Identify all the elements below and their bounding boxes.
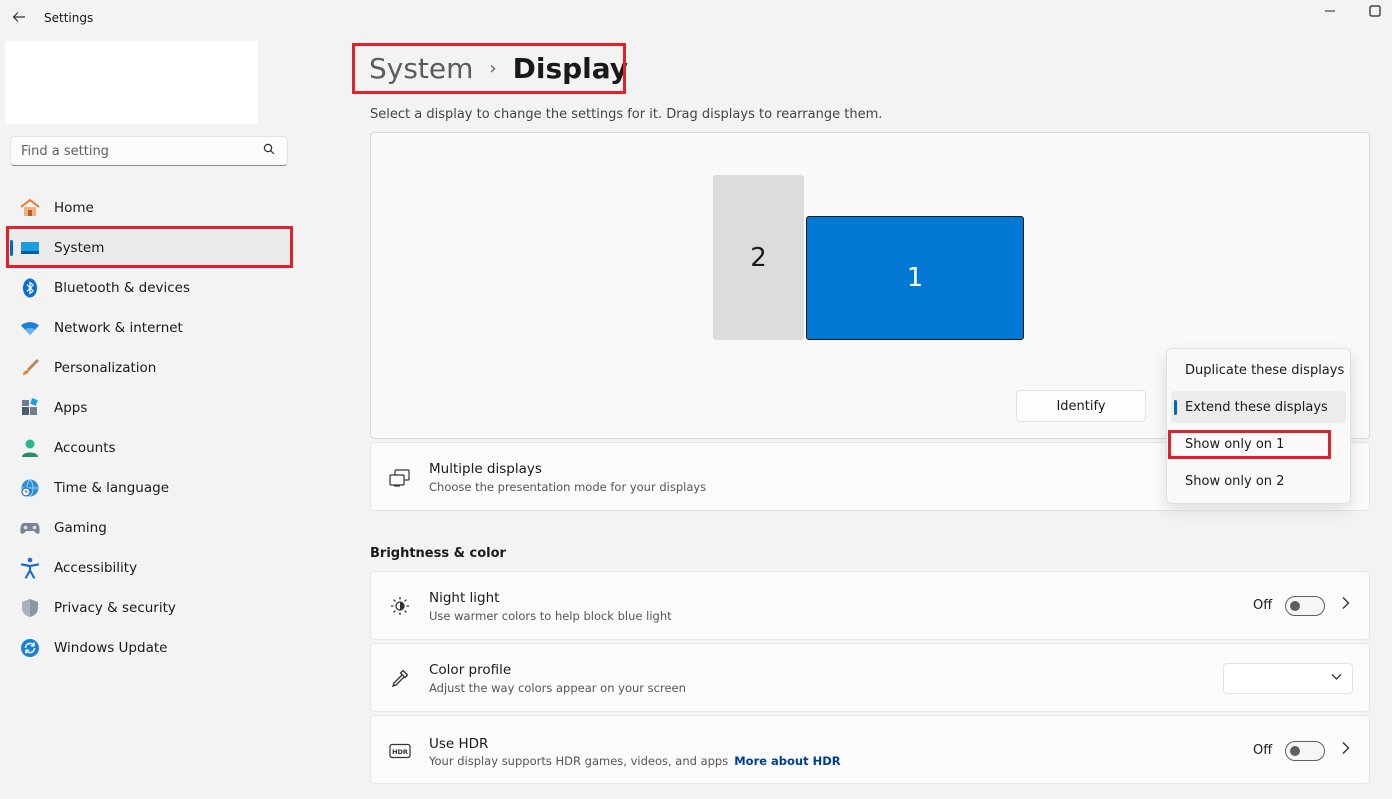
apps-icon <box>18 396 42 420</box>
minimize-button[interactable] <box>1307 0 1353 22</box>
sidebar-item-home[interactable]: Home <box>8 190 290 226</box>
eyedropper-icon <box>389 667 411 689</box>
menu-item-label: Duplicate these displays <box>1185 362 1345 378</box>
globe-clock-icon <box>18 476 42 500</box>
user-profile-card[interactable] <box>5 41 258 124</box>
hdr-toggle[interactable] <box>1285 741 1325 761</box>
accounts-icon <box>18 436 42 460</box>
sidebar-item-label: Time & language <box>54 480 170 496</box>
sidebar-item-label: System <box>54 240 105 256</box>
menu-item-extend[interactable]: Extend these displays <box>1171 391 1346 423</box>
toggle-knob <box>1290 601 1300 611</box>
svg-text:HDR: HDR <box>392 748 408 756</box>
selection-indicator <box>10 240 13 256</box>
maximize-icon <box>1369 5 1381 17</box>
hdr-icon: HDR <box>389 740 411 762</box>
sidebar-item-label: Home <box>54 200 94 216</box>
monitor-2[interactable]: 2 <box>713 175 804 340</box>
monitor-1-label: 1 <box>906 263 924 293</box>
minimize-icon <box>1325 10 1335 12</box>
sidebar-item-label: Accessibility <box>54 560 138 576</box>
multiple-displays-desc: Choose the presentation mode for your di… <box>429 480 707 494</box>
sidebar-item-accessibility[interactable]: Accessibility <box>8 550 290 586</box>
home-icon <box>18 196 42 220</box>
menu-item-label: Extend these displays <box>1185 399 1328 415</box>
color-profile-title: Color profile <box>429 662 512 678</box>
multiple-displays-icon <box>389 467 411 489</box>
night-light-card[interactable]: Night light Use warmer colors to help bl… <box>370 571 1370 640</box>
sidebar-item-label: Privacy & security <box>54 600 176 616</box>
color-profile-dropdown[interactable] <box>1223 663 1353 694</box>
menu-item-show-only-2[interactable]: Show only on 2 <box>1171 465 1346 497</box>
sidebar-item-accounts[interactable]: Accounts <box>8 430 290 466</box>
more-about-hdr-link[interactable]: More about HDR <box>734 754 840 768</box>
sidebar-item-label: Accounts <box>54 440 116 456</box>
chevron-right-icon[interactable] <box>1341 741 1351 759</box>
hdr-state: Off <box>1253 743 1273 758</box>
shield-icon <box>18 596 42 620</box>
hdr-desc: Your display supports HDR games, videos,… <box>429 754 729 768</box>
sidebar-item-time-language[interactable]: Time & language <box>8 470 290 506</box>
brush-icon <box>18 356 42 380</box>
color-profile-card[interactable]: Color profile Adjust the way colors appe… <box>370 643 1370 712</box>
sidebar-item-system[interactable]: System <box>8 230 290 266</box>
page-title: Display <box>512 52 629 85</box>
back-button[interactable] <box>8 6 30 28</box>
night-light-state: Off <box>1253 598 1273 613</box>
sidebar-item-label: Bluetooth & devices <box>54 280 191 296</box>
sidebar-item-label: Network & internet <box>54 320 183 336</box>
gamepad-icon <box>18 516 42 540</box>
breadcrumb-parent[interactable]: System <box>369 52 473 85</box>
sidebar-item-bluetooth[interactable]: Bluetooth & devices <box>8 270 290 306</box>
breadcrumb: System › Display <box>369 52 628 85</box>
search-icon[interactable] <box>263 143 275 158</box>
sidebar-item-windows-update[interactable]: Windows Update <box>8 630 290 666</box>
sidebar-item-label: Windows Update <box>54 640 168 656</box>
toggle-knob <box>1290 746 1300 756</box>
selection-indicator <box>1174 400 1177 415</box>
sidebar-item-gaming[interactable]: Gaming <box>8 510 290 546</box>
menu-item-show-only-1[interactable]: Show only on 1 <box>1171 428 1346 460</box>
menu-item-label: Show only on 2 <box>1185 473 1285 489</box>
sidebar-item-apps[interactable]: Apps <box>8 390 290 426</box>
bluetooth-icon <box>18 276 42 300</box>
monitor-1[interactable]: 1 <box>806 216 1024 340</box>
night-light-title: Night light <box>429 590 500 606</box>
identify-button[interactable]: Identify <box>1016 390 1146 422</box>
multiple-displays-menu: Duplicate these displays Extend these di… <box>1166 348 1351 504</box>
sidebar-item-network[interactable]: Network & internet <box>8 310 290 346</box>
chevron-down-icon <box>1331 671 1342 684</box>
section-title-brightness: Brightness & color <box>370 546 506 561</box>
sidebar-item-privacy[interactable]: Privacy & security <box>8 590 290 626</box>
maximize-button[interactable] <box>1352 0 1392 22</box>
hdr-desc-wrap: Your display supports HDR games, videos,… <box>429 754 841 768</box>
wifi-icon <box>18 316 42 340</box>
night-light-toggle[interactable] <box>1285 596 1325 616</box>
multiple-displays-title: Multiple displays <box>429 461 542 477</box>
back-arrow-icon <box>12 12 25 22</box>
accessibility-icon <box>18 556 42 580</box>
update-icon <box>18 636 42 660</box>
night-light-icon <box>389 595 411 617</box>
monitor-2-label: 2 <box>750 242 767 273</box>
sidebar-item-personalization[interactable]: Personalization <box>8 350 290 386</box>
menu-item-label: Show only on 1 <box>1185 436 1285 452</box>
window-title: Settings <box>44 11 94 25</box>
hdr-title: Use HDR <box>429 736 489 752</box>
chevron-right-icon[interactable] <box>1341 596 1351 614</box>
color-profile-desc: Adjust the way colors appear on your scr… <box>429 681 686 695</box>
breadcrumb-chevron-icon: › <box>489 58 497 79</box>
hdr-card[interactable]: HDR Use HDR Your display supports HDR ga… <box>370 715 1370 784</box>
system-icon <box>18 236 42 260</box>
sidebar-item-label: Personalization <box>54 360 157 376</box>
search-input[interactable] <box>11 137 271 165</box>
sidebar-item-label: Apps <box>54 400 88 416</box>
night-light-desc: Use warmer colors to help block blue lig… <box>429 609 672 623</box>
menu-item-duplicate[interactable]: Duplicate these displays <box>1171 354 1346 386</box>
search-box[interactable] <box>10 136 288 166</box>
display-subtitle: Select a display to change the settings … <box>370 107 883 122</box>
sidebar-item-label: Gaming <box>54 520 107 536</box>
